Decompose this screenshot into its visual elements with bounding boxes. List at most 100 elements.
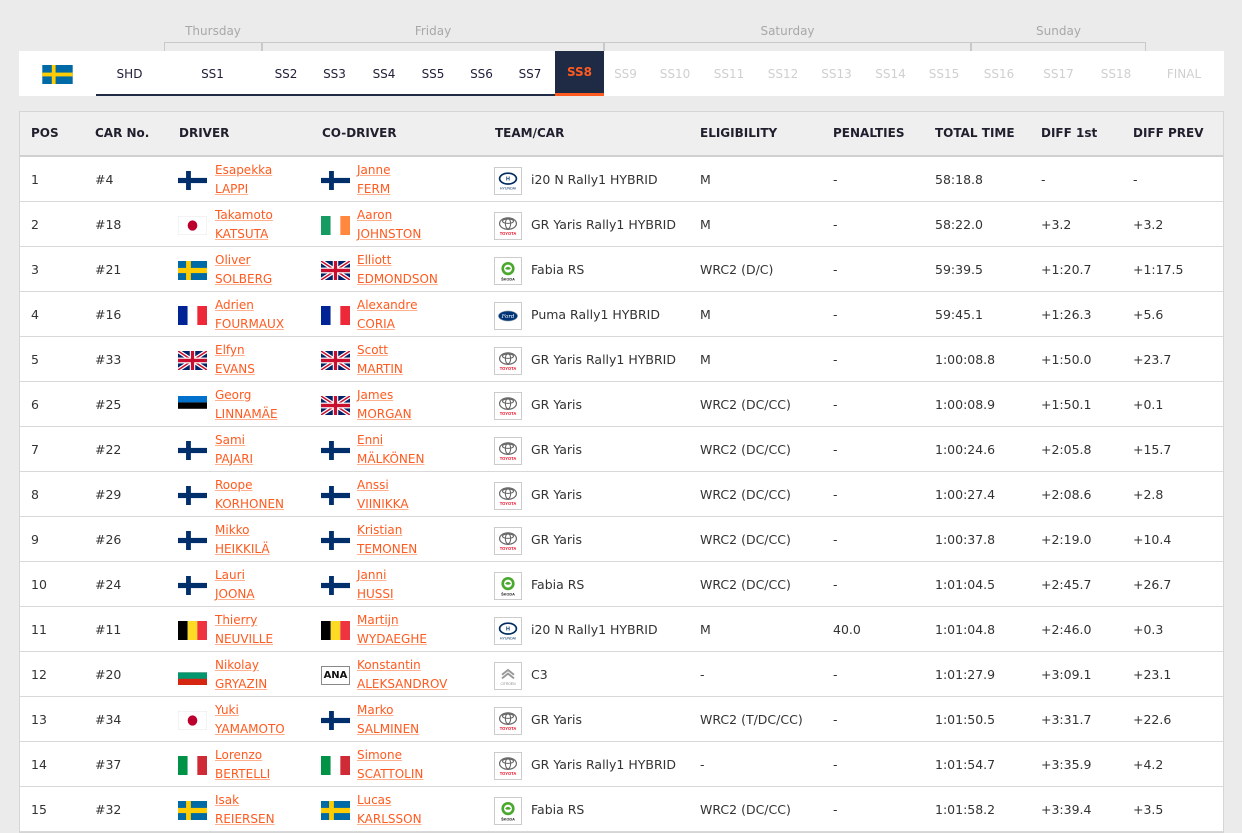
- stage-tab-shd[interactable]: SHD: [96, 51, 163, 96]
- stage-tab-ss8[interactable]: SS8: [555, 51, 604, 96]
- driver-first-name-link[interactable]: Takamoto: [215, 206, 273, 225]
- codriver-last-name-link[interactable]: WYDAEGHE: [357, 630, 427, 649]
- stage-tab-ss7[interactable]: SS7: [506, 51, 554, 96]
- pos-cell: 12: [31, 667, 47, 682]
- driver-last-name-link[interactable]: GRYAZIN: [215, 675, 267, 694]
- diff-prev-cell: +0.1: [1133, 397, 1164, 412]
- codriver-first-name-link[interactable]: Konstantin: [357, 656, 447, 675]
- driver-first-name-link[interactable]: Lauri: [215, 566, 255, 585]
- codriver-last-name-link[interactable]: SALMINEN: [357, 720, 419, 739]
- codriver-first-name-link[interactable]: Lucas: [357, 791, 422, 810]
- driver-last-name-link[interactable]: KORHONEN: [215, 495, 284, 514]
- codriver-first-name-link[interactable]: Anssi: [357, 476, 409, 495]
- stage-tab-ss10[interactable]: SS10: [647, 51, 703, 96]
- codriver-first-name-link[interactable]: Alexandre: [357, 296, 417, 315]
- stage-tab-ss5[interactable]: SS5: [409, 51, 457, 96]
- driver-last-name-link[interactable]: EVANS: [215, 360, 255, 379]
- driver-first-name-link[interactable]: Mikko: [215, 521, 270, 540]
- stage-tab-ss17[interactable]: SS17: [1029, 51, 1088, 96]
- stage-tab-ss16[interactable]: SS16: [969, 51, 1029, 96]
- header-team[interactable]: TEAM/CAR: [495, 112, 564, 155]
- driver-last-name-link[interactable]: KATSUTA: [215, 225, 273, 244]
- driver-last-name-link[interactable]: JOONA: [215, 585, 255, 604]
- stage-tab-ss4[interactable]: SS4: [359, 51, 409, 96]
- header-total-time[interactable]: TOTAL TIME: [935, 112, 1015, 155]
- driver-last-name-link[interactable]: SOLBERG: [215, 270, 272, 289]
- driver-last-name-link[interactable]: BERTELLI: [215, 765, 270, 784]
- codriver-first-name-link[interactable]: James: [357, 386, 412, 405]
- driver-last-name-link[interactable]: PAJARI: [215, 450, 253, 469]
- stage-tab-ss3[interactable]: SS3: [310, 51, 359, 96]
- stage-tab-ss2[interactable]: SS2: [266, 51, 306, 96]
- header-driver[interactable]: DRIVER: [179, 112, 229, 155]
- codriver-last-name-link[interactable]: CORIA: [357, 315, 417, 334]
- codriver-first-name-link[interactable]: Martijn: [357, 611, 427, 630]
- driver-first-name-link[interactable]: Sami: [215, 431, 253, 450]
- codriver-last-name-link[interactable]: FERM: [357, 180, 391, 199]
- driver-first-name-link[interactable]: Thierry: [215, 611, 273, 630]
- header-diff-first[interactable]: DIFF 1st: [1041, 112, 1097, 155]
- codriver-first-name-link[interactable]: Janni: [357, 566, 394, 585]
- driver-last-name-link[interactable]: LAPPI: [215, 180, 272, 199]
- codriver-first-name-link[interactable]: Janne: [357, 161, 391, 180]
- driver-first-name-link[interactable]: Roope: [215, 476, 284, 495]
- driver-first-name-link[interactable]: Esapekka: [215, 161, 272, 180]
- header-eligibility[interactable]: ELIGIBILITY: [700, 112, 777, 155]
- driver-first-name-link[interactable]: Lorenzo: [215, 746, 270, 765]
- driver-first-name-link[interactable]: Isak: [215, 791, 275, 810]
- header-codriver[interactable]: CO-DRIVER: [322, 112, 397, 155]
- codriver-last-name-link[interactable]: MARTIN: [357, 360, 403, 379]
- codriver-last-name-link[interactable]: VIINIKKA: [357, 495, 409, 514]
- codriver-first-name-link[interactable]: Elliott: [357, 251, 438, 270]
- stage-tab-final[interactable]: FINAL: [1144, 51, 1224, 96]
- driver-first-name-link[interactable]: Elfyn: [215, 341, 255, 360]
- stage-tab-ss12[interactable]: SS12: [755, 51, 811, 96]
- codriver-last-name-link[interactable]: TEMONEN: [357, 540, 417, 559]
- driver-first-name-link[interactable]: Georg: [215, 386, 278, 405]
- driver-first-name-link[interactable]: Yuki: [215, 701, 285, 720]
- codriver-last-name-link[interactable]: ALEKSANDROV: [357, 675, 447, 694]
- stage-tab-ss11[interactable]: SS11: [703, 51, 755, 96]
- car-model: GR Yaris: [531, 442, 583, 457]
- stage-tab-ss1[interactable]: SS1: [187, 51, 238, 96]
- codriver-first-name-link[interactable]: Simone: [357, 746, 423, 765]
- stage-tab-ss9[interactable]: SS9: [604, 51, 647, 96]
- codriver-last-name-link[interactable]: EDMONDSON: [357, 270, 438, 289]
- header-pos[interactable]: POS: [31, 112, 59, 155]
- driver-first-name-link[interactable]: Adrien: [215, 296, 284, 315]
- codriver-last-name-link[interactable]: SCATTOLIN: [357, 765, 423, 784]
- diff-prev-cell: +22.6: [1133, 712, 1172, 727]
- pos-cell: 14: [31, 757, 47, 772]
- driver-last-name-link[interactable]: LINNAMÄE: [215, 405, 278, 424]
- header-diff-prev[interactable]: DIFF PREV: [1133, 112, 1204, 155]
- codriver-last-name-link[interactable]: HUSSI: [357, 585, 394, 604]
- codriver-last-name-link[interactable]: MÄLKÖNEN: [357, 450, 424, 469]
- driver-last-name-link[interactable]: FOURMAUX: [215, 315, 284, 334]
- stage-tab-ss6[interactable]: SS6: [457, 51, 506, 96]
- svg-text:ŠKODA: ŠKODA: [501, 591, 515, 596]
- diff-first-cell: +3.2: [1041, 217, 1072, 232]
- driver-name: Yuki YAMAMOTO: [215, 701, 285, 739]
- codriver-first-name-link[interactable]: Marko: [357, 701, 419, 720]
- codriver-first-name-link[interactable]: Enni: [357, 431, 424, 450]
- header-penalties[interactable]: PENALTIES: [833, 112, 904, 155]
- header-car[interactable]: CAR No.: [95, 112, 149, 155]
- codriver-last-name-link[interactable]: MORGAN: [357, 405, 412, 424]
- codriver-first-name-link[interactable]: Aaron: [357, 206, 421, 225]
- driver-last-name-link[interactable]: HEIKKILÄ: [215, 540, 270, 559]
- driver-last-name-link[interactable]: NEUVILLE: [215, 630, 273, 649]
- driver-first-name-link[interactable]: Nikolay: [215, 656, 267, 675]
- codriver-first-name-link[interactable]: Kristian: [357, 521, 417, 540]
- stage-tab-ss14[interactable]: SS14: [862, 51, 919, 96]
- diff-first-cell: -: [1041, 172, 1046, 187]
- toyota-logo-icon: TOYOTA: [494, 437, 522, 465]
- codriver-last-name-link[interactable]: KARLSSON: [357, 810, 422, 829]
- codriver-first-name-link[interactable]: Scott: [357, 341, 403, 360]
- driver-first-name-link[interactable]: Oliver: [215, 251, 272, 270]
- driver-last-name-link[interactable]: REIERSEN: [215, 810, 275, 829]
- stage-tab-ss18[interactable]: SS18: [1088, 51, 1144, 96]
- stage-tab-ss15[interactable]: SS15: [919, 51, 969, 96]
- stage-tab-ss13[interactable]: SS13: [811, 51, 862, 96]
- driver-last-name-link[interactable]: YAMAMOTO: [215, 720, 285, 739]
- codriver-last-name-link[interactable]: JOHNSTON: [357, 225, 421, 244]
